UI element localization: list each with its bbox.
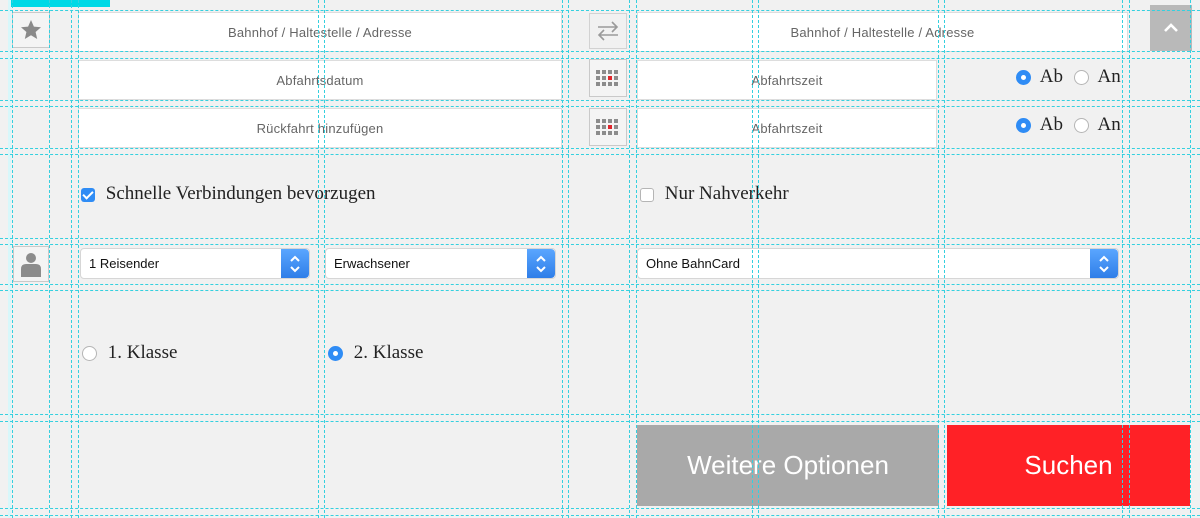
- guide-line: [1122, 0, 1123, 518]
- search-button[interactable]: Suchen: [947, 425, 1190, 506]
- guide-line: [12, 0, 13, 518]
- outbound-ab-label: Ab: [1039, 66, 1063, 87]
- guide-line: [0, 58, 1200, 59]
- left-edge: [8, 0, 11, 518]
- traveller-type-select[interactable]: Erwachsener: [325, 248, 556, 279]
- traveller-count-select[interactable]: 1 Reisender: [80, 248, 310, 279]
- outbound-ab-an-group: Ab An: [1016, 66, 1121, 90]
- return-ab-label: Ab: [1039, 114, 1063, 135]
- search-label: Suchen: [1024, 450, 1113, 480]
- select-arrows-icon: [281, 249, 309, 278]
- select-arrows-icon: [527, 249, 555, 278]
- return-ab-an-group: Ab An: [1016, 114, 1121, 138]
- bahncard-value: Ohne BahnCard: [646, 256, 740, 271]
- guide-line: [318, 0, 319, 518]
- traveller-type-value: Erwachsener: [334, 256, 410, 271]
- second-class-radio[interactable]: [328, 346, 343, 362]
- fast-connections-checkbox[interactable]: [81, 187, 95, 202]
- to-input[interactable]: Bahnhof / Haltestelle / Adresse: [637, 12, 1128, 52]
- guide-line: [0, 100, 1200, 101]
- guide-line: [0, 238, 1200, 239]
- favorites-button[interactable]: [12, 12, 50, 48]
- swap-button[interactable]: [589, 13, 627, 49]
- departure-date-input[interactable]: Abfahrtsdatum: [78, 60, 562, 100]
- guide-line: [938, 0, 939, 518]
- first-class-label: 1. Klasse: [107, 342, 178, 363]
- return-time-input[interactable]: Abfahrtszeit: [637, 108, 937, 148]
- calendar-button-return[interactable]: [589, 108, 627, 146]
- guide-line: [0, 106, 1200, 107]
- second-class-option[interactable]: 2. Klasse: [328, 342, 423, 364]
- guide-line: [636, 0, 637, 518]
- select-arrows-icon: [1090, 249, 1118, 278]
- guide-line: [0, 284, 1200, 285]
- star-icon: [21, 20, 41, 39]
- guide-line: [0, 515, 1200, 516]
- guide-line: [562, 0, 563, 518]
- return-date-placeholder: Rückfahrt hinzufügen: [256, 120, 384, 136]
- outbound-an-radio[interactable]: [1073, 70, 1089, 86]
- second-class-label: 2. Klasse: [353, 342, 424, 363]
- guide-line: [629, 0, 630, 518]
- guide-line: [71, 0, 72, 518]
- more-options-label: Weitere Optionen: [687, 450, 889, 480]
- from-input[interactable]: Bahnhof / Haltestelle / Adresse: [78, 12, 562, 52]
- calendar-icon: [596, 119, 618, 135]
- calendar-button-outbound[interactable]: [589, 59, 627, 97]
- fast-connections-option[interactable]: Schnelle Verbindungen bevorzugen: [81, 183, 376, 205]
- departure-date-placeholder: Abfahrtsdatum: [276, 72, 364, 88]
- person-icon: [21, 253, 41, 277]
- calendar-icon: [596, 70, 618, 86]
- return-an-radio[interactable]: [1073, 118, 1089, 134]
- first-class-radio[interactable]: [82, 346, 97, 362]
- first-class-option[interactable]: 1. Klasse: [82, 342, 177, 364]
- loading-bar: [10, 0, 110, 7]
- guide-line: [0, 51, 1200, 52]
- guide-line: [1129, 0, 1130, 518]
- fast-connections-label: Schnelle Verbindungen bevorzugen: [105, 183, 376, 204]
- guide-line: [568, 0, 569, 518]
- swap-arrows-icon: [597, 21, 619, 41]
- guide-line: [944, 0, 945, 518]
- more-options-button[interactable]: Weitere Optionen: [637, 425, 939, 506]
- guide-line: [752, 0, 753, 518]
- local-only-checkbox[interactable]: [640, 187, 654, 202]
- guide-line: [758, 0, 759, 518]
- traveller-icon-box: [13, 246, 49, 282]
- guide-line: [49, 0, 50, 518]
- guide-line: [0, 508, 1200, 509]
- return-an-label: An: [1097, 114, 1121, 135]
- guide-line: [78, 0, 79, 518]
- guide-line: [0, 290, 1200, 291]
- chevron-up-icon: [1164, 23, 1178, 32]
- guide-line: [0, 10, 1200, 11]
- guide-line: [0, 244, 1200, 245]
- guide-line: [0, 421, 1200, 422]
- outbound-an-label: An: [1097, 66, 1121, 87]
- local-only-label: Nur Nahverkehr: [664, 183, 789, 204]
- guide-line: [0, 154, 1200, 155]
- collapse-button[interactable]: [1150, 5, 1192, 51]
- return-ab-radio[interactable]: [1016, 118, 1031, 134]
- bahncard-select[interactable]: Ohne BahnCard: [637, 248, 1119, 279]
- departure-time-placeholder: Abfahrtszeit: [751, 72, 823, 88]
- to-placeholder: Bahnhof / Haltestelle / Adresse: [790, 24, 975, 40]
- return-time-placeholder: Abfahrtszeit: [751, 120, 823, 136]
- outbound-ab-radio[interactable]: [1016, 70, 1031, 86]
- traveller-count-value: 1 Reisender: [89, 256, 160, 271]
- guide-line: [324, 0, 325, 518]
- local-only-option[interactable]: Nur Nahverkehr: [640, 183, 789, 205]
- guide-line: [0, 148, 1200, 149]
- guide-line: [0, 414, 1200, 415]
- departure-time-input[interactable]: Abfahrtszeit: [637, 60, 937, 100]
- return-date-input[interactable]: Rückfahrt hinzufügen: [78, 108, 562, 148]
- from-placeholder: Bahnhof / Haltestelle / Adresse: [228, 24, 412, 40]
- guide-line: [1190, 0, 1191, 518]
